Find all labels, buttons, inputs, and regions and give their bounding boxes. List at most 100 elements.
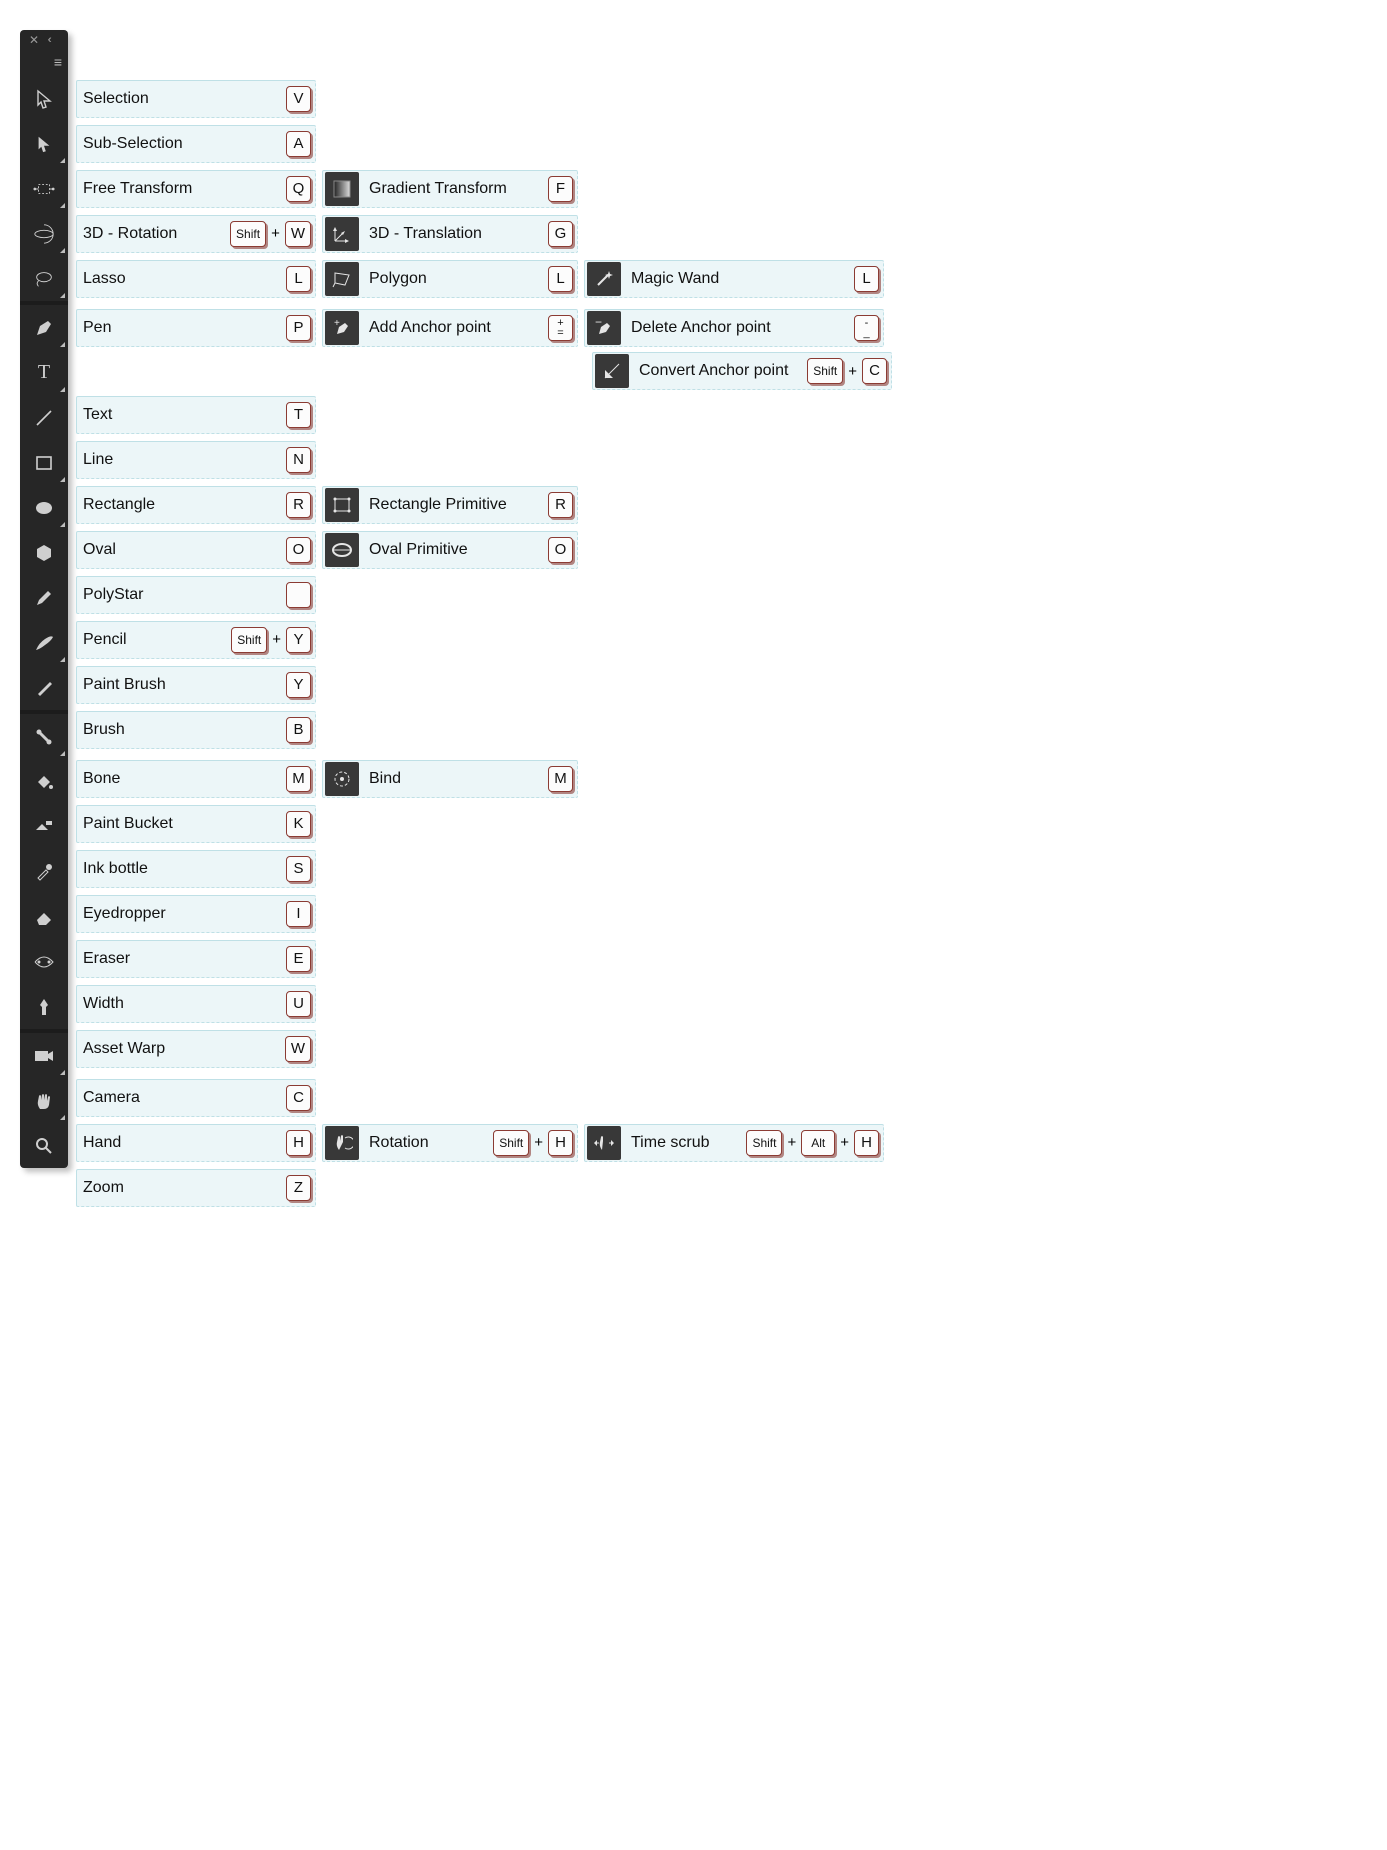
gradient-icon — [325, 172, 359, 206]
cell-bind[interactable]: BindM — [322, 760, 578, 798]
tool-rectangle[interactable] — [20, 440, 68, 485]
cell-3d-rotation[interactable]: 3D - RotationShift+W — [76, 215, 316, 253]
tool-polystar[interactable] — [20, 530, 68, 575]
tool-3d-rotation[interactable] — [20, 211, 68, 256]
tool-oval[interactable] — [20, 485, 68, 530]
tool-lasso[interactable] — [20, 256, 68, 301]
cell-text[interactable]: TextT — [76, 396, 316, 434]
row-line: LineN — [68, 437, 892, 482]
cell-pencil[interactable]: PencilShift+Y — [76, 621, 316, 659]
row-eraser: EraserE — [68, 936, 892, 981]
row-camera: CameraC — [68, 1075, 892, 1120]
cell-rotation[interactable]: RotationShift+H — [322, 1124, 578, 1162]
cell-lasso[interactable]: LassoL — [76, 260, 316, 298]
tool-label: Rotation — [363, 1134, 493, 1152]
flyout-indicator — [60, 293, 65, 298]
cell-magic-wand[interactable]: Magic WandL — [584, 260, 884, 298]
row-hand: HandHRotationShift+HTime scrubShift+Alt+… — [68, 1120, 892, 1165]
tool-label: Line — [77, 451, 286, 469]
shortcut: G — [548, 221, 577, 247]
tool-pen[interactable] — [20, 305, 68, 350]
cell-free-transform[interactable]: Free TransformQ — [76, 170, 316, 208]
tool-paint-brush[interactable] — [20, 620, 68, 665]
row-brush: BrushB — [68, 707, 892, 752]
polygon-lasso-icon — [325, 262, 359, 296]
cell-add-anchor-point[interactable]: +Add Anchor point+= — [322, 309, 578, 347]
shortcut: O — [548, 537, 577, 563]
key: T — [286, 402, 311, 428]
key: N — [286, 447, 311, 473]
key: Alt — [801, 1130, 835, 1156]
cell-selection[interactable]: SelectionV — [76, 80, 316, 118]
cell-paint-brush[interactable]: Paint BrushY — [76, 666, 316, 704]
cell-sub-selection[interactable]: Sub-SelectionA — [76, 125, 316, 163]
tool-label: Rectangle Primitive — [363, 496, 548, 514]
close-icon[interactable]: ✕ — [29, 34, 39, 46]
tool-free-transform[interactable] — [20, 166, 68, 211]
cell-asset-warp[interactable]: Asset WarpW — [76, 1030, 316, 1068]
tool-label: Magic Wand — [625, 270, 854, 288]
key: B — [286, 717, 311, 743]
cell-width[interactable]: WidthU — [76, 985, 316, 1023]
tool-width[interactable] — [20, 939, 68, 984]
cell-camera[interactable]: CameraC — [76, 1079, 316, 1117]
cell-zoom[interactable]: ZoomZ — [76, 1169, 316, 1207]
shortcut: S — [286, 856, 315, 882]
tool-label: Asset Warp — [77, 1040, 285, 1058]
cell-delete-anchor-point[interactable]: −Delete Anchor point-_ — [584, 309, 884, 347]
tool-camera[interactable] — [20, 1033, 68, 1078]
tool-label: Oval Primitive — [363, 541, 548, 559]
cell-line[interactable]: LineN — [76, 441, 316, 479]
tool-paint-bucket[interactable] — [20, 759, 68, 804]
tool-brush[interactable] — [20, 665, 68, 710]
key: -_ — [854, 315, 879, 341]
tool-label: Convert Anchor point — [633, 362, 807, 380]
tool-line[interactable] — [20, 395, 68, 440]
tool-eraser[interactable] — [20, 894, 68, 939]
cell-paint-bucket[interactable]: Paint BucketK — [76, 805, 316, 843]
cell-rectangle-primitive[interactable]: Rectangle PrimitiveR — [322, 486, 578, 524]
row-selection: SelectionV — [68, 76, 892, 121]
tool-sub-selection[interactable] — [20, 121, 68, 166]
cell-brush[interactable]: BrushB — [76, 711, 316, 749]
tool-label: Delete Anchor point — [625, 319, 854, 337]
tool-asset-warp[interactable] — [20, 984, 68, 1029]
key: S — [286, 856, 311, 882]
key: L — [548, 266, 573, 292]
key: O — [286, 537, 311, 563]
cell-polygon[interactable]: PolygonL — [322, 260, 578, 298]
tool-label: Zoom — [77, 1179, 286, 1197]
key: U — [286, 991, 311, 1017]
tool-selection[interactable] — [20, 76, 68, 121]
cell-ink-bottle[interactable]: Ink bottleS — [76, 850, 316, 888]
cell-polystar[interactable]: PolyStar — [76, 576, 316, 614]
key: W — [285, 1036, 311, 1062]
cell-pen[interactable]: PenP — [76, 309, 316, 347]
tool-hand[interactable] — [20, 1078, 68, 1123]
tool-pencil[interactable] — [20, 575, 68, 620]
cell-oval-primitive[interactable]: Oval PrimitiveO — [322, 531, 578, 569]
cell-eraser[interactable]: EraserE — [76, 940, 316, 978]
key: V — [286, 86, 311, 112]
key: Y — [286, 627, 311, 653]
cell-oval[interactable]: OvalO — [76, 531, 316, 569]
tool-zoom[interactable] — [20, 1123, 68, 1168]
menu-icon[interactable]: ≡ — [54, 54, 60, 70]
tool-eyedropper[interactable] — [20, 849, 68, 894]
cell-eyedropper[interactable]: EyedropperI — [76, 895, 316, 933]
cell-3d-translation[interactable]: 3D - TranslationG — [322, 215, 578, 253]
cell-bone[interactable]: BoneM — [76, 760, 316, 798]
tool-bone[interactable] — [20, 714, 68, 759]
tool-label: Rectangle — [77, 496, 286, 514]
cell-rectangle[interactable]: RectangleR — [76, 486, 316, 524]
tool-ink-bottle[interactable] — [20, 804, 68, 849]
cell-hand[interactable]: HandH — [76, 1124, 316, 1162]
tool-text[interactable]: T — [20, 350, 68, 395]
cell-gradient-transform[interactable]: Gradient TransformF — [322, 170, 578, 208]
row-asset-warp: Asset WarpW — [68, 1026, 892, 1071]
convert-icon — [595, 354, 629, 388]
row-oval: OvalOOval PrimitiveO — [68, 527, 892, 572]
cell-time-scrub[interactable]: Time scrubShift+Alt+H — [584, 1124, 884, 1162]
cell-convert-anchor-point[interactable]: Convert Anchor pointShift+C — [592, 352, 892, 390]
rect-prim-icon — [325, 488, 359, 522]
